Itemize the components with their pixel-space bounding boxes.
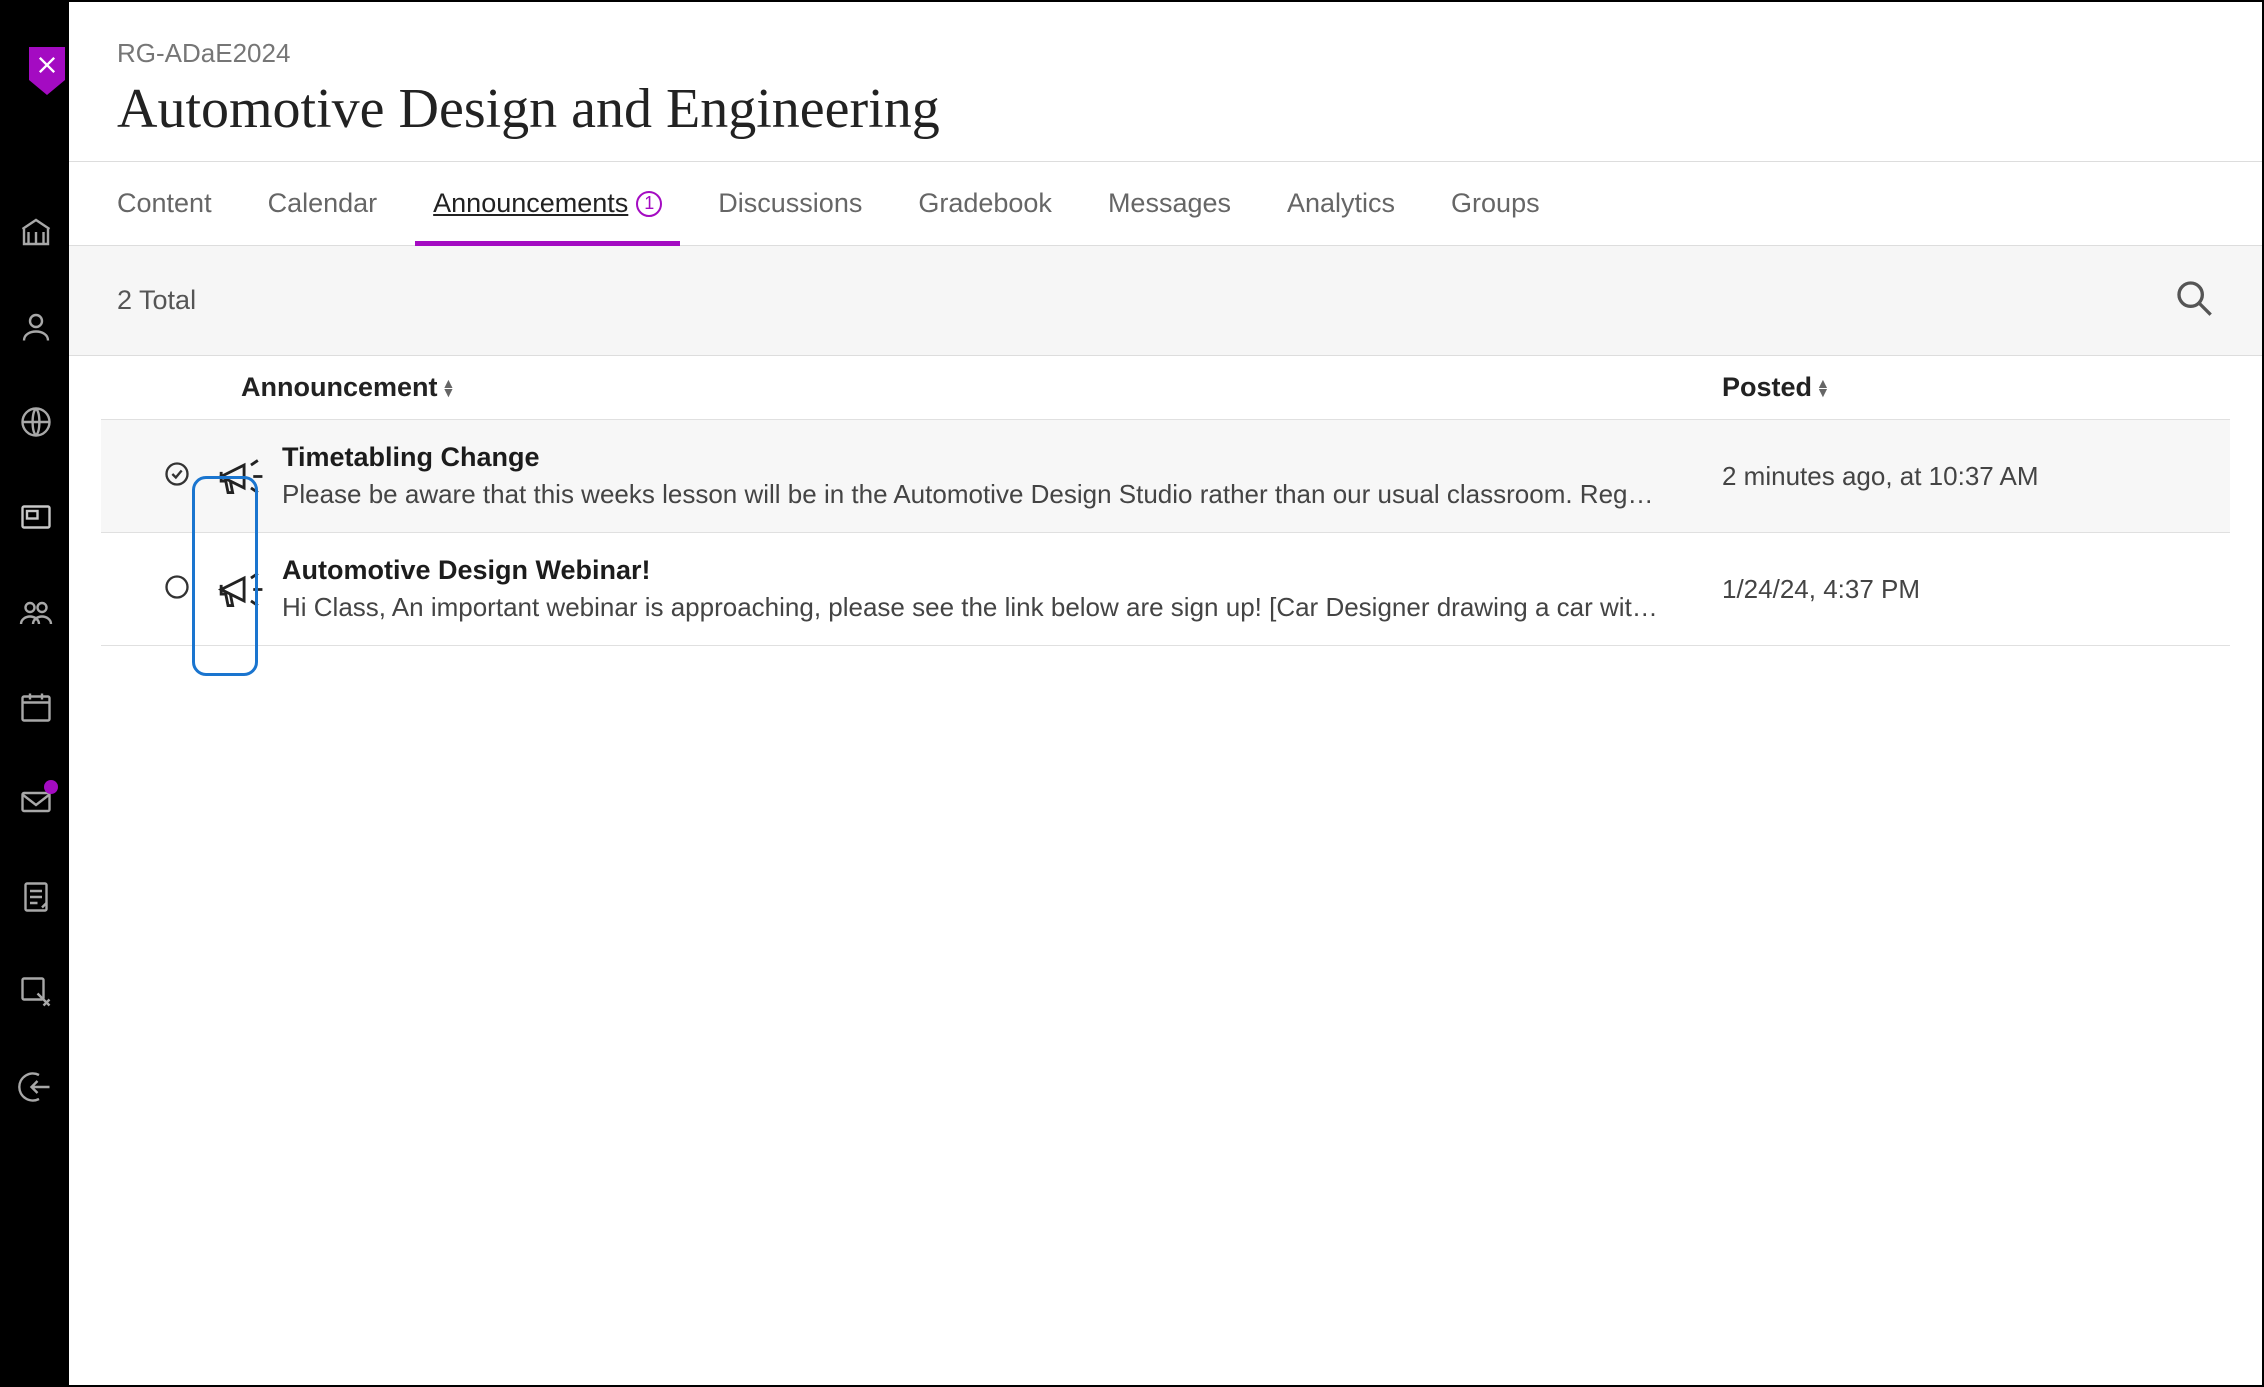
- global-sidebar: [2, 2, 69, 1385]
- grades-icon[interactable]: [16, 877, 56, 917]
- profile-icon[interactable]: [16, 307, 56, 347]
- tab-announcements[interactable]: Announcements 1: [425, 162, 670, 245]
- tab-analytics[interactable]: Analytics: [1279, 162, 1403, 245]
- announcement-preview: Please be aware that this weeks lesson w…: [282, 479, 1692, 510]
- search-button[interactable]: [2174, 278, 2214, 323]
- checkmark-circle-icon: [163, 460, 191, 493]
- column-announcement[interactable]: Announcement ▲▼: [241, 372, 1722, 403]
- read-status-checked[interactable]: [149, 460, 204, 493]
- sort-icon: ▲▼: [442, 379, 456, 396]
- announcement-preview: Hi Class, An important webinar is approa…: [282, 592, 1692, 623]
- summary-bar: 2 Total: [69, 246, 2262, 356]
- groups-icon[interactable]: [16, 592, 56, 632]
- announcement-posted: 1/24/24, 4:37 PM: [1722, 574, 2182, 605]
- announcement-row[interactable]: Timetabling Change Please be aware that …: [101, 420, 2230, 533]
- announcement-list: Timetabling Change Please be aware that …: [69, 420, 2262, 646]
- tab-messages[interactable]: Messages: [1100, 162, 1239, 245]
- tab-calendar[interactable]: Calendar: [260, 162, 386, 245]
- total-count: 2 Total: [117, 285, 196, 316]
- close-button[interactable]: [17, 47, 77, 107]
- globe-icon[interactable]: [16, 402, 56, 442]
- announcements-badge: 1: [636, 191, 662, 217]
- tab-gradebook[interactable]: Gradebook: [910, 162, 1060, 245]
- main-panel: RG-ADaE2024 Automotive Design and Engine…: [69, 2, 2262, 1385]
- announcement-row[interactable]: Automotive Design Webinar! Hi Class, An …: [101, 533, 2230, 646]
- calendar-icon[interactable]: [16, 687, 56, 727]
- circle-empty-icon: [163, 573, 191, 606]
- announcement-posted: 2 minutes ago, at 10:37 AM: [1722, 461, 2182, 492]
- course-header: RG-ADaE2024 Automotive Design and Engine…: [69, 2, 2262, 161]
- table-header: Announcement ▲▼ Posted ▲▼: [101, 356, 2230, 420]
- tab-groups[interactable]: Groups: [1443, 162, 1548, 245]
- messages-nav-icon[interactable]: [16, 782, 56, 822]
- tools-icon[interactable]: [16, 972, 56, 1012]
- sort-icon: ▲▼: [1816, 379, 1830, 396]
- tabs-bar: Content Calendar Announcements 1 Discuss…: [69, 161, 2262, 246]
- notification-dot-icon: [44, 780, 58, 794]
- megaphone-icon: [204, 449, 274, 504]
- courses-icon[interactable]: [16, 497, 56, 537]
- announcement-title: Automotive Design Webinar!: [282, 555, 1692, 586]
- megaphone-icon: [204, 562, 274, 617]
- tab-content[interactable]: Content: [109, 162, 220, 245]
- announcement-content: Automotive Design Webinar! Hi Class, An …: [282, 555, 1722, 623]
- announcement-content: Timetabling Change Please be aware that …: [282, 442, 1722, 510]
- institution-icon[interactable]: [16, 212, 56, 252]
- column-posted[interactable]: Posted ▲▼: [1722, 372, 2182, 403]
- announcement-title: Timetabling Change: [282, 442, 1692, 473]
- read-status-unchecked[interactable]: [149, 573, 204, 606]
- course-title: Automotive Design and Engineering: [117, 77, 2214, 141]
- signout-icon[interactable]: [16, 1067, 56, 1107]
- course-code: RG-ADaE2024: [117, 38, 2214, 69]
- tab-discussions[interactable]: Discussions: [710, 162, 870, 245]
